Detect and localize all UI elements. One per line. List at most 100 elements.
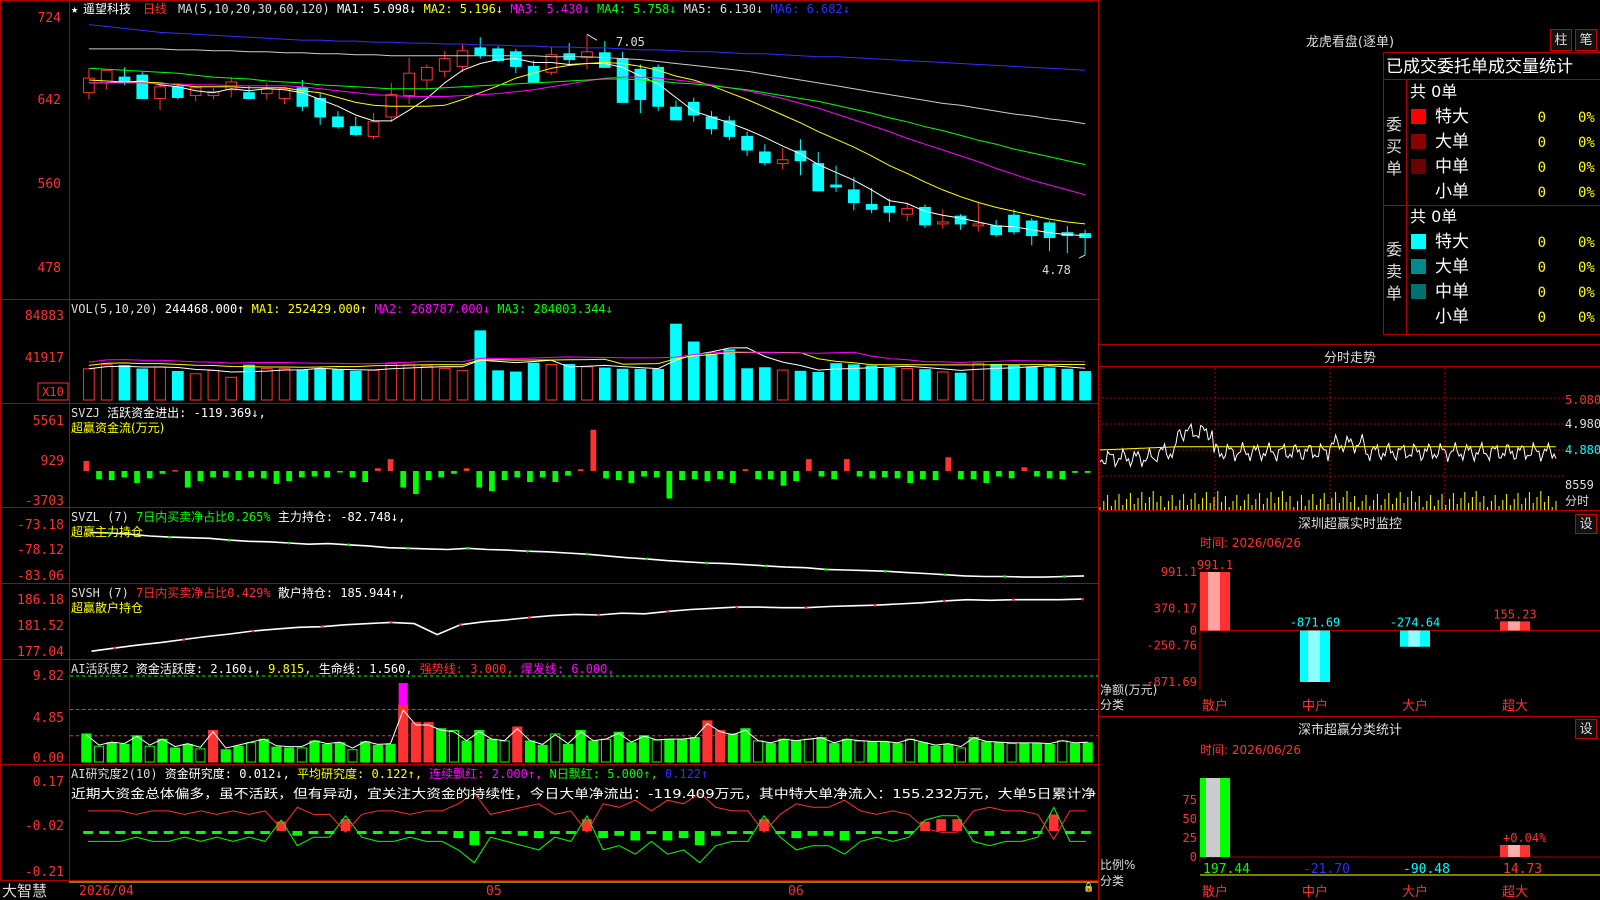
stats-category: 大户 <box>1402 884 1428 900</box>
ai-research-pane[interactable] <box>83 792 1091 864</box>
monitor-bar-shine <box>1408 630 1420 647</box>
intraday-pane[interactable] <box>1098 368 1565 510</box>
flow-bar <box>1059 471 1066 480</box>
legend-swatch <box>1411 109 1426 124</box>
legend-item: 244468.000↑ <box>158 302 245 316</box>
activity-bar <box>195 748 206 763</box>
flow-bar <box>1021 467 1028 472</box>
stock-name[interactable]: 遥望科技 <box>83 2 131 16</box>
flow-bar <box>932 471 939 481</box>
flow-bar <box>413 471 419 494</box>
candle-body <box>616 58 629 103</box>
holding-dot <box>883 569 887 573</box>
research-bar <box>308 831 319 834</box>
svzl-pane[interactable] <box>89 531 1085 578</box>
volume-pane[interactable] <box>83 323 1091 401</box>
monitor-tick: -250.76 <box>1146 638 1197 652</box>
svzj-legend: SVZJ 活跃资金进出: -119.369↓, <box>71 405 266 420</box>
flow-bar <box>653 471 660 478</box>
app-name-label: 大智慧 <box>2 882 47 900</box>
order-size-label: 中单 <box>1435 282 1469 302</box>
stats-ylabel: 比例% <box>1100 858 1135 872</box>
volume-bar <box>581 366 593 401</box>
order-qty: 0 <box>1538 235 1546 251</box>
ai-research-comment: 近期大资金总体偏多，虽不活跃，但有异动，宜关注大资金的持续性，今日大单净流出：-… <box>71 786 1096 801</box>
activity-bar <box>917 742 928 763</box>
tab-tick-mode[interactable]: 笔 <box>1575 29 1597 51</box>
class-stats-pane[interactable]: 75 50 25 0 197.44 散户 -21.70 中户 -90.48 大户 14.73 超大 +0… <box>1183 778 1600 900</box>
flow-bar <box>945 457 952 472</box>
flow-bar <box>324 471 331 478</box>
tab-bar-mode[interactable]: 柱 <box>1550 29 1572 51</box>
holding-dot <box>942 599 946 603</box>
flow-bar <box>641 471 647 477</box>
realtime-monitor-pane[interactable]: 991.1370.170-250.76-871.69991.1散户-871.69… <box>1146 558 1600 714</box>
period-label[interactable]: 日线 <box>143 2 167 16</box>
svsh-subtitle: 超赢散户持仓 <box>71 600 143 615</box>
volume-bar <box>1008 365 1020 401</box>
stats-title: 深市超赢分类统计 <box>1298 722 1402 738</box>
volume-bar <box>865 365 878 401</box>
volume-bar <box>723 349 736 401</box>
candle-body <box>154 86 166 99</box>
sell-side-label: 委卖单 <box>1386 240 1402 303</box>
intraday-tick: 4.880 <box>1565 443 1600 457</box>
volume-bar <box>225 376 238 401</box>
stats-settings-button[interactable]: 设 <box>1575 719 1597 739</box>
activity-bar <box>867 741 878 763</box>
ai-active-tick: 4.85 <box>33 711 64 726</box>
flow-bar <box>375 468 381 472</box>
activity-bar <box>1031 743 1043 763</box>
research-bar <box>517 831 528 836</box>
volume-bar <box>154 366 166 401</box>
legend-swatch <box>1411 134 1426 149</box>
flow-bar <box>336 471 343 473</box>
volume-bar <box>492 370 504 401</box>
intraday-tick: 4.980 <box>1565 417 1600 431</box>
research-bar <box>533 831 544 839</box>
stats-tick: 50 <box>1183 812 1197 826</box>
flow-bar <box>615 471 622 481</box>
candle-body <box>1025 220 1038 237</box>
activity-bar <box>816 736 827 763</box>
flow-bar <box>983 471 990 483</box>
volume-bar <box>260 368 273 401</box>
flow-bar <box>628 471 635 483</box>
activity-bar <box>1069 743 1081 763</box>
stats-tick: 25 <box>1183 831 1197 845</box>
research-bar <box>887 831 898 834</box>
order-size-label: 特大 <box>1435 232 1469 252</box>
price-pane[interactable] <box>83 24 1091 259</box>
order-pct: 0% <box>1578 235 1595 251</box>
svzj-pane[interactable] <box>83 429 1091 499</box>
research-bar <box>839 831 850 841</box>
date-tick: 05 <box>486 884 502 899</box>
candle-body <box>1008 214 1020 233</box>
candle-body <box>189 87 202 97</box>
flow-bar <box>729 471 736 483</box>
activity-bar <box>854 740 865 763</box>
flow-bar <box>717 471 723 480</box>
monitor-value: -871.69 <box>1290 616 1341 630</box>
svzl-subtitle: 超赢主力持仓 <box>71 524 143 539</box>
activity-burst-cap <box>398 683 408 706</box>
activity-bar <box>461 740 472 763</box>
ai-active-pane[interactable] <box>70 675 1098 763</box>
activity-line <box>85 709 1088 749</box>
research-bar <box>389 831 399 834</box>
flow-bar <box>970 471 977 480</box>
research-bar <box>244 831 254 834</box>
monitor-settings-button[interactable]: 设 <box>1575 514 1597 534</box>
monitor-category: 散户 <box>1202 698 1228 714</box>
order-size-label: 特大 <box>1435 107 1469 127</box>
order-pct: 0% <box>1578 285 1595 301</box>
svsh-pane[interactable] <box>91 597 1084 652</box>
holding-dot <box>666 609 670 613</box>
stats-value: 197.44 <box>1203 862 1250 877</box>
flow-bar <box>476 471 483 488</box>
stats-tick: 0 <box>1190 850 1197 864</box>
activity-bar <box>930 745 941 763</box>
legend-item: MA6: 6.682↓ <box>763 2 850 16</box>
volume-bar <box>919 369 931 401</box>
activity-bar <box>347 749 358 763</box>
